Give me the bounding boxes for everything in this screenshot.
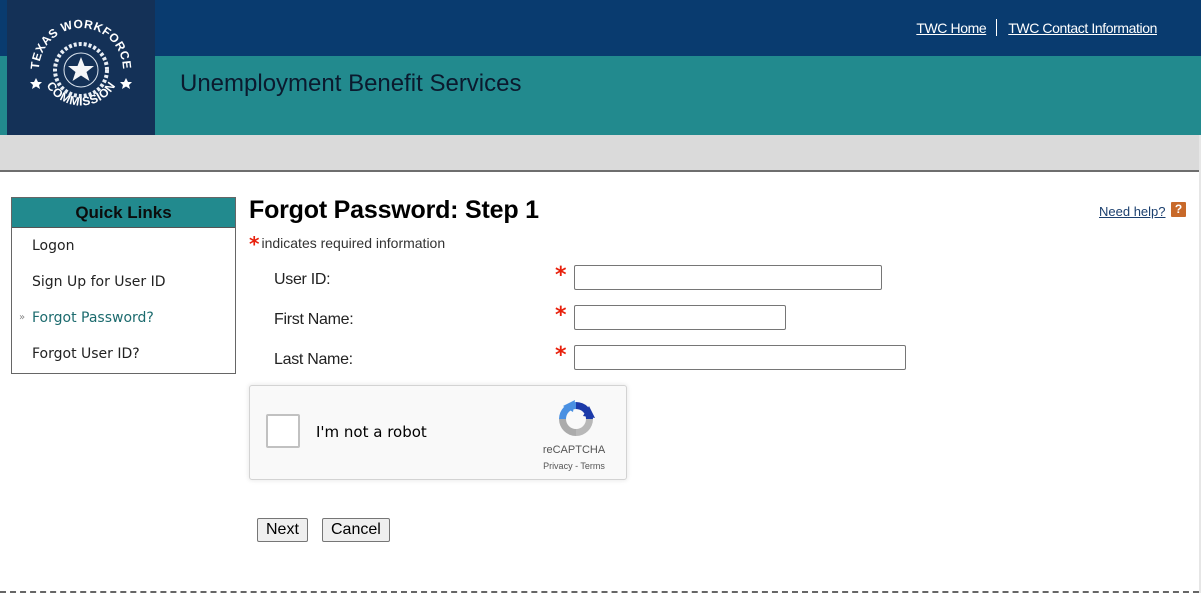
quick-links-panel: Quick Links Logon Sign Up for User ID » … <box>11 197 236 374</box>
recaptcha-checkbox[interactable] <box>266 414 300 448</box>
app-title: Unemployment Benefit Services <box>180 70 522 97</box>
required-asterisk-icon: * <box>555 303 567 328</box>
link-separator <box>996 19 998 36</box>
first-name-input[interactable] <box>574 305 786 330</box>
recaptcha-label: I'm not a robot <box>316 423 427 441</box>
sidebar-item-label: Forgot Password? <box>32 310 154 326</box>
sidebar-item-label: Logon <box>32 238 75 254</box>
twc-home-link[interactable]: TWC Home <box>916 20 986 36</box>
double-chevron-right-icon: » <box>19 312 26 323</box>
required-asterisk-icon: * <box>555 263 567 288</box>
twc-contact-link[interactable]: TWC Contact Information <box>1008 20 1157 36</box>
recaptcha-terms-link[interactable]: Terms <box>580 461 605 471</box>
required-note: * indicates required information <box>249 232 445 256</box>
recaptcha-logo-icon <box>559 400 595 436</box>
help-question-icon[interactable]: ? <box>1171 202 1186 217</box>
sidebar-item-logon[interactable]: Logon <box>12 228 235 264</box>
first-name-label: First Name: <box>274 311 354 328</box>
twc-seal-icon: TEXAS WORKFORCE COMMISSION <box>28 16 134 108</box>
last-name-label: Last Name: <box>274 351 353 368</box>
sidebar-item-forgot-password[interactable]: » Forgot Password? <box>12 300 235 336</box>
sidebar-item-forgot-user-id[interactable]: Forgot User ID? <box>12 336 235 372</box>
recaptcha-brand: reCAPTCHA <box>542 444 606 456</box>
page-title: Forgot Password: Step 1 <box>249 196 539 224</box>
nav-bar <box>0 135 1199 172</box>
sidebar-item-sign-up[interactable]: Sign Up for User ID <box>12 264 235 300</box>
cancel-button[interactable]: Cancel <box>322 518 390 542</box>
header-links: TWC Home TWC Contact Information <box>916 19 1157 36</box>
recaptcha-privacy-link[interactable]: Privacy <box>543 461 573 471</box>
quick-links-title: Quick Links <box>12 198 235 228</box>
user-id-input[interactable] <box>574 265 882 290</box>
sidebar-item-label: Sign Up for User ID <box>32 274 166 290</box>
recaptcha-links: Privacy - Terms <box>530 461 618 471</box>
required-asterisk-icon: * <box>555 343 567 368</box>
sidebar-item-label: Forgot User ID? <box>32 346 140 362</box>
twc-logo[interactable]: TEXAS WORKFORCE COMMISSION <box>7 0 155 135</box>
required-asterisk-icon: * <box>249 232 260 256</box>
required-note-text: indicates required information <box>261 235 446 251</box>
need-help-link[interactable]: Need help? <box>1099 204 1166 219</box>
last-name-input[interactable] <box>574 345 906 370</box>
next-button[interactable]: Next <box>257 518 308 542</box>
user-id-label: User ID: <box>274 271 331 288</box>
recaptcha-widget: I'm not a robot reCAPTCHA Privacy - Term… <box>249 385 627 480</box>
